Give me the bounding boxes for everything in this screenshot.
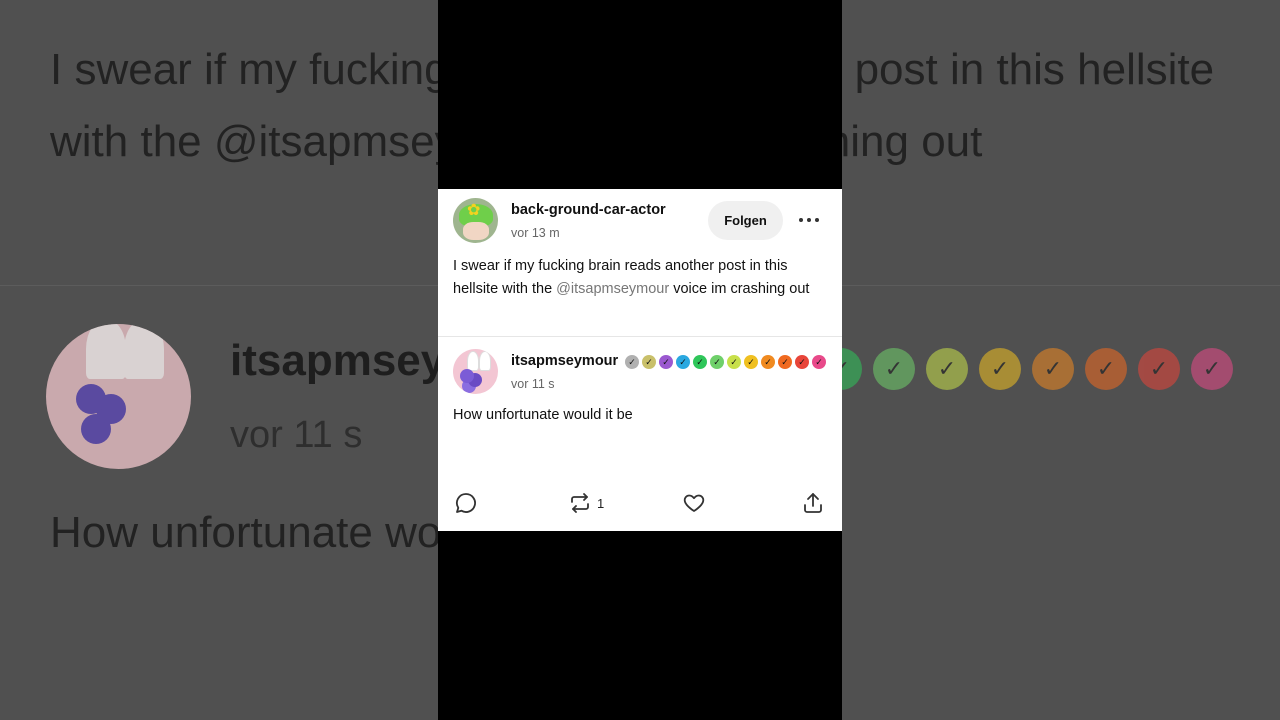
background-badge-icon: ✓ xyxy=(926,348,968,390)
verified-badge-icon: ✓ xyxy=(625,355,639,369)
background-badge-icon: ✓ xyxy=(1032,348,1074,390)
post-text-end: voice im crashing out xyxy=(669,281,810,297)
background-badge-icon: ✓ xyxy=(1138,348,1180,390)
background-badge-icon: ✓ xyxy=(1085,348,1127,390)
verified-badge-icon: ✓ xyxy=(727,355,741,369)
share-icon[interactable] xyxy=(801,489,825,517)
follow-button[interactable]: Folgen xyxy=(708,201,783,240)
post-text: I swear if my fucking brain reads anothe… xyxy=(453,255,828,301)
post-divider xyxy=(438,336,842,337)
verified-badge-icon: ✓ xyxy=(795,355,809,369)
verified-badge-icon: ✓ xyxy=(710,355,724,369)
action-bar: 1 xyxy=(438,489,842,519)
mention-link[interactable]: @itsapmseymour xyxy=(556,281,669,297)
reblog-button[interactable]: 1 xyxy=(568,489,604,517)
reblog-icon xyxy=(571,493,589,513)
reply-text: How unfortunate would it be xyxy=(453,407,633,423)
verified-badge-icon: ✓ xyxy=(642,355,656,369)
background-avatar xyxy=(46,324,191,469)
heart-icon[interactable] xyxy=(682,489,706,517)
verified-badge-icon: ✓ xyxy=(778,355,792,369)
reblog-count: 1 xyxy=(597,495,605,511)
reply-avatar[interactable] xyxy=(453,349,498,394)
user-avatar[interactable]: ✿ xyxy=(453,198,498,243)
background-badge-icon: ✓ xyxy=(873,348,915,390)
background-badge-icon: ✓ xyxy=(1191,348,1233,390)
post-card: ✿ back-ground-car-actor vor 13 m Folgen … xyxy=(438,189,842,531)
reply-timestamp: vor 11 s xyxy=(511,377,555,391)
background-badges: ✓✓✓✓✓✓✓✓ xyxy=(820,348,1233,390)
more-icon[interactable] xyxy=(794,209,824,231)
reply-username[interactable]: itsapmseymour xyxy=(511,353,618,369)
background-badge-icon: ✓ xyxy=(979,348,1021,390)
background-time: vor 11 s xyxy=(230,414,363,456)
post-username[interactable]: back-ground-car-actor xyxy=(511,202,666,218)
reply-badges: ✓ ✓ ✓ ✓ ✓ ✓ ✓ ✓ ✓ ✓ ✓ ✓ xyxy=(625,355,826,369)
phone-screen: ✿ back-ground-car-actor vor 13 m Folgen … xyxy=(438,0,842,720)
verified-badge-icon: ✓ xyxy=(761,355,775,369)
post-timestamp: vor 13 m xyxy=(511,226,560,240)
comment-icon[interactable] xyxy=(454,489,478,517)
verified-badge-icon: ✓ xyxy=(659,355,673,369)
verified-badge-icon: ✓ xyxy=(744,355,758,369)
verified-badge-icon: ✓ xyxy=(812,355,826,369)
verified-badge-icon: ✓ xyxy=(676,355,690,369)
verified-badge-icon: ✓ xyxy=(693,355,707,369)
